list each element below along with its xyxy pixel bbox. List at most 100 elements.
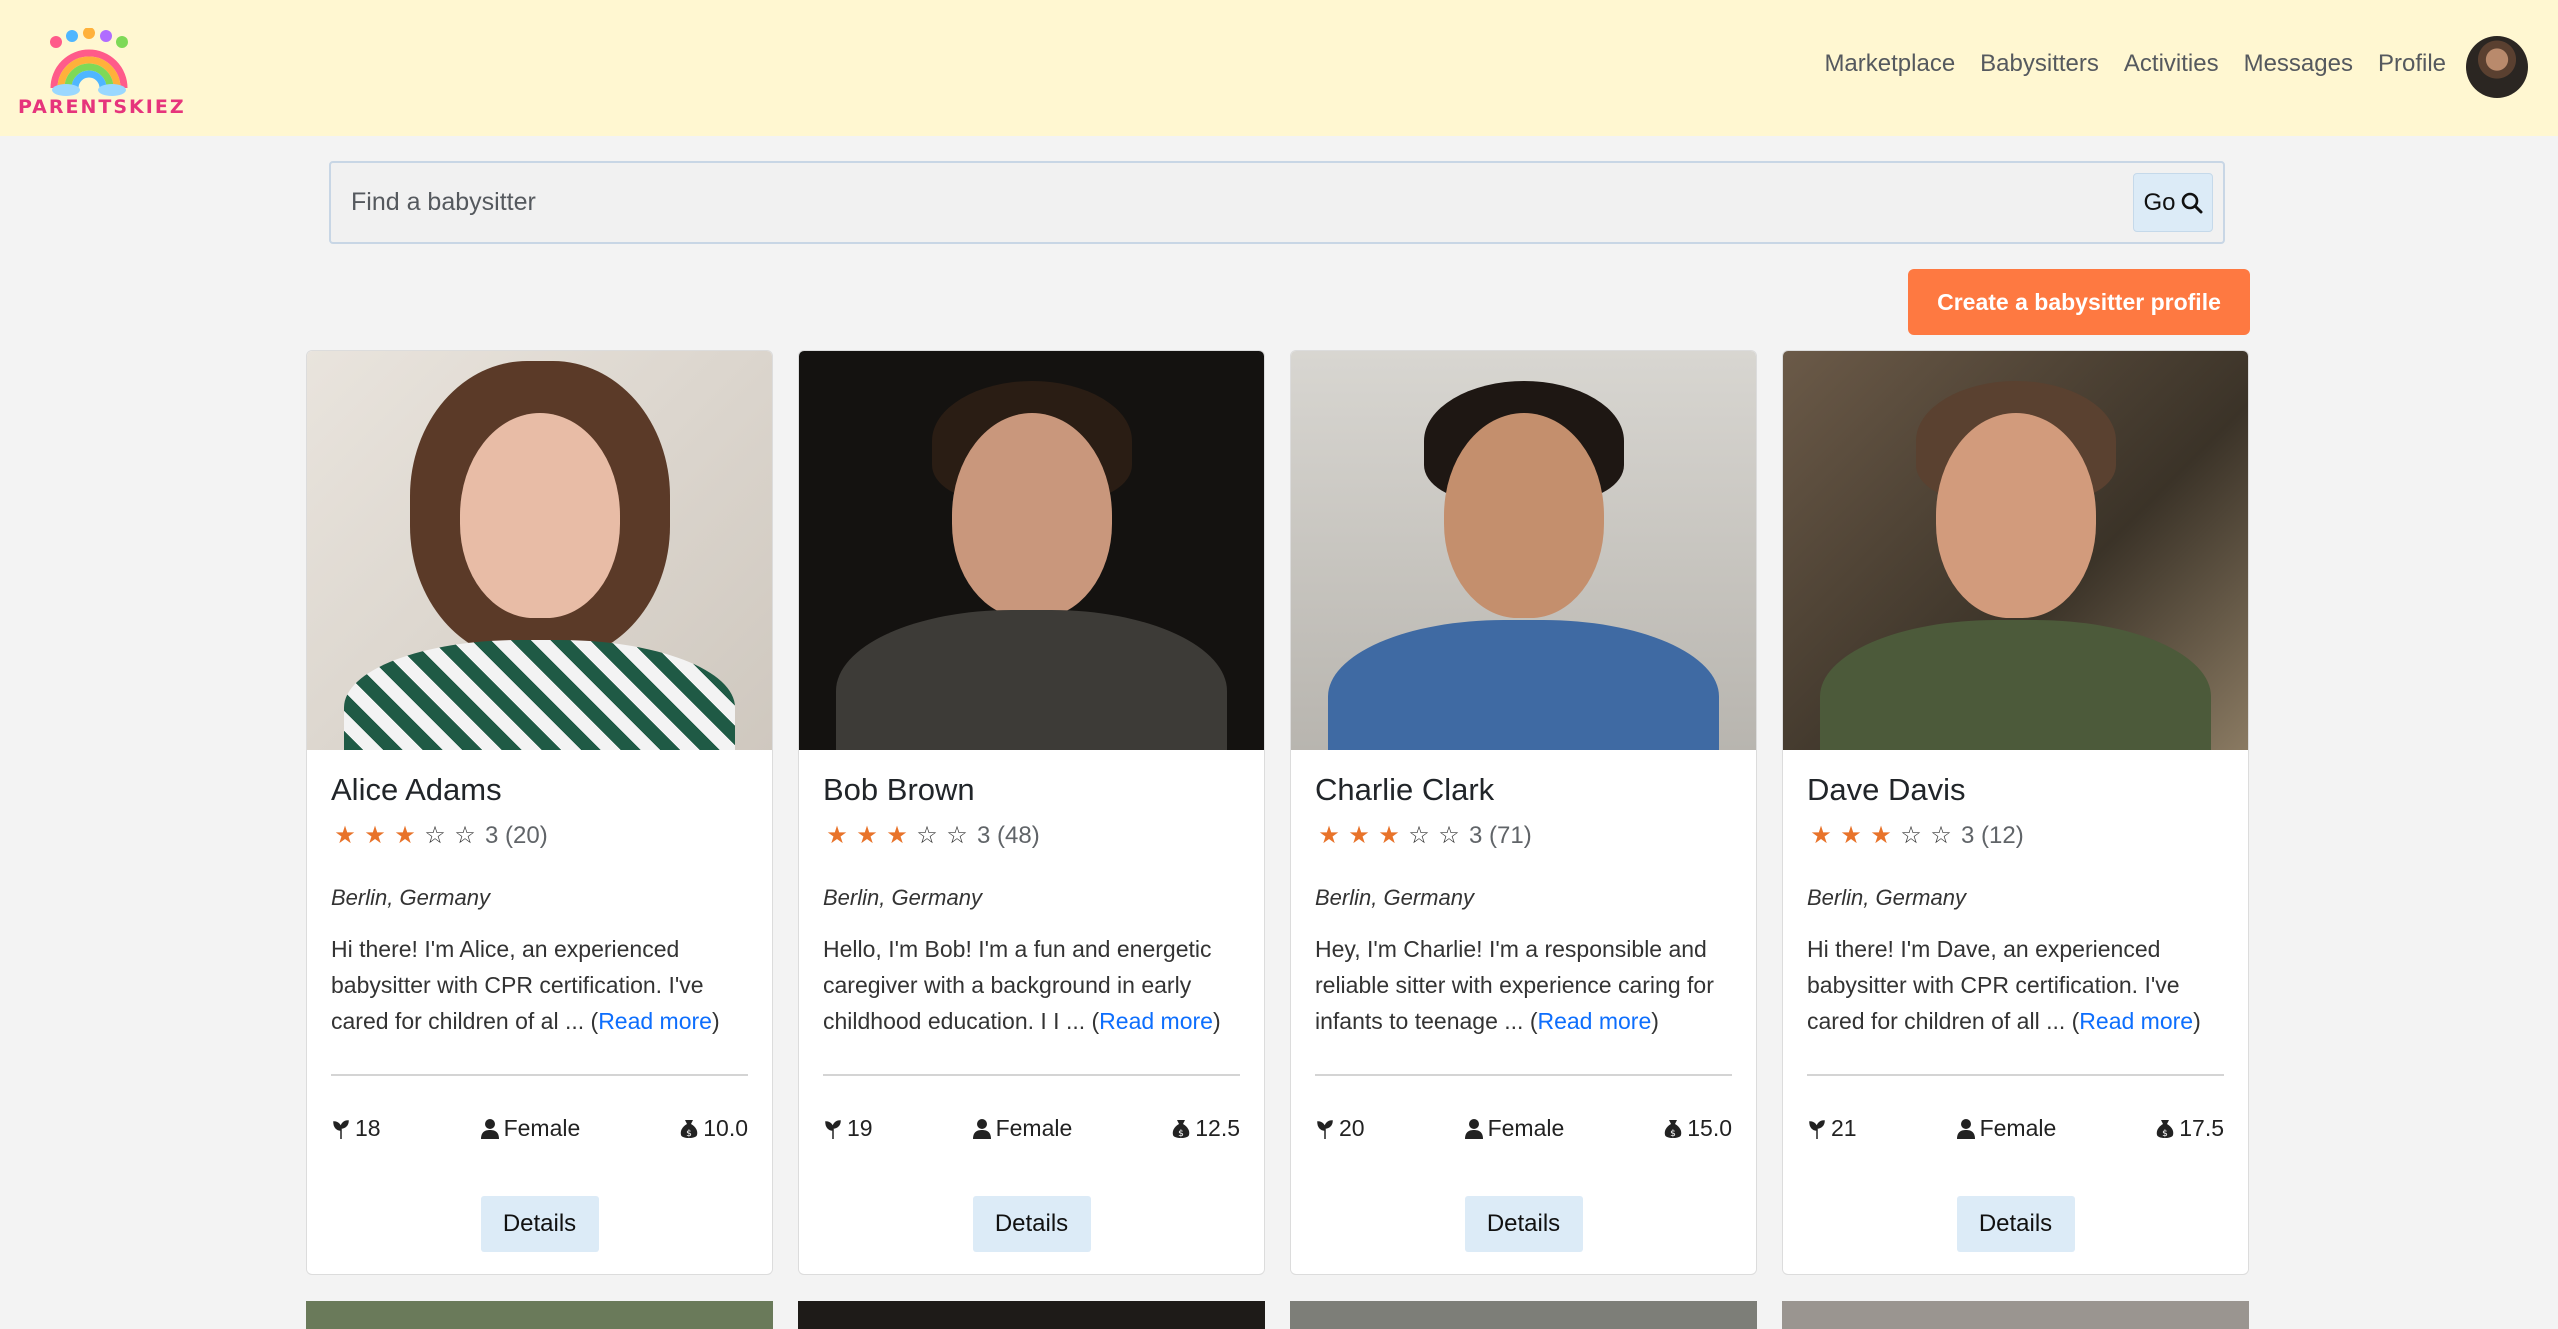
gender-value: Female (1487, 1115, 1565, 1141)
search-go-button[interactable]: Go (2133, 173, 2213, 232)
search-bar: Go (329, 161, 2225, 244)
star-filled-icon: ★ (1348, 822, 1370, 849)
star-filled-icon: ★ (1870, 822, 1892, 849)
rate-value: 10.0 (703, 1115, 748, 1141)
babysitter-card: Charlie Clark ★ ★ ★ ☆ ☆ 3 (71) Berlin, G… (1290, 350, 1757, 1275)
divider (823, 1074, 1240, 1076)
nav-messages[interactable]: Messages (2244, 50, 2353, 78)
read-more-link[interactable]: Read more (2079, 1008, 2193, 1034)
rating: ★ ★ ★ ☆ ☆ 3 (20) (331, 821, 548, 850)
divider (331, 1074, 748, 1076)
stats-row: 19 Female $ 12.5 (823, 1115, 1240, 1142)
bio: Hey, I'm Charlie! I'm a responsible and … (1315, 931, 1735, 1039)
star-filled-icon: ★ (886, 822, 908, 849)
sprout-icon (1317, 1119, 1333, 1139)
person-icon (1464, 1118, 1483, 1139)
svg-text:$: $ (1178, 1129, 1184, 1139)
brand-name: PARENTSKIEZ (18, 96, 186, 118)
brand-logo[interactable]: PARENTSKIEZ (14, 27, 184, 123)
location: Berlin, Germany (823, 885, 982, 910)
age-value: 20 (1339, 1115, 1365, 1141)
bio-close: ) (1651, 1008, 1659, 1034)
rate-stat: $ 10.0 (679, 1115, 748, 1142)
age-value: 19 (847, 1115, 873, 1141)
go-label: Go (2143, 188, 2176, 216)
read-more-link[interactable]: Read more (1537, 1008, 1651, 1034)
age-stat: 20 (1315, 1115, 1365, 1142)
gender-stat: Female (480, 1115, 581, 1142)
search-input[interactable] (331, 163, 2091, 242)
nav-profile[interactable]: Profile (2378, 50, 2446, 78)
star-filled-icon: ★ (826, 822, 848, 849)
nav-babysitters[interactable]: Babysitters (1980, 50, 2099, 78)
details-button[interactable]: Details (1464, 1196, 1583, 1252)
nav-marketplace[interactable]: Marketplace (1824, 50, 1955, 78)
sprout-icon (1809, 1119, 1825, 1139)
babysitter-card: Dave Davis ★ ★ ★ ☆ ☆ 3 (12) Berlin, Germ… (1782, 350, 2249, 1275)
details-button[interactable]: Details (1956, 1196, 2075, 1252)
age-stat: 21 (1807, 1115, 1857, 1142)
star-empty-icon: ☆ (946, 822, 968, 849)
babysitter-name[interactable]: Dave Davis (1807, 772, 1966, 808)
svg-text:$: $ (1670, 1129, 1676, 1139)
rating-text: 3 (71) (1469, 821, 1532, 849)
age-stat: 19 (823, 1115, 873, 1142)
babysitter-card-partial (798, 1301, 1265, 1329)
bio: Hi there! I'm Alice, an experienced baby… (331, 931, 751, 1039)
read-more-link[interactable]: Read more (598, 1008, 712, 1034)
stats-row: 18 Female $ 10.0 (331, 1115, 748, 1142)
star-empty-icon: ☆ (1900, 822, 1922, 849)
age-value: 21 (1831, 1115, 1857, 1141)
star-empty-icon: ☆ (454, 822, 476, 849)
divider (1315, 1074, 1732, 1076)
gender-value: Female (995, 1115, 1073, 1141)
details-button[interactable]: Details (972, 1196, 1091, 1252)
babysitter-card-partial (1290, 1301, 1757, 1329)
money-bag-icon: $ (680, 1119, 698, 1139)
babysitter-photo (1291, 351, 1756, 750)
star-filled-icon: ★ (856, 822, 878, 849)
star-filled-icon: ★ (1318, 822, 1340, 849)
star-empty-icon: ☆ (1408, 822, 1430, 849)
money-bag-icon: $ (1664, 1119, 1682, 1139)
gender-stat: Female (1956, 1115, 2057, 1142)
search-icon (2181, 192, 2202, 213)
read-more-link[interactable]: Read more (1099, 1008, 1213, 1034)
details-button[interactable]: Details (480, 1196, 599, 1252)
gender-value: Female (503, 1115, 581, 1141)
nav-links: Marketplace Babysitters Activities Messa… (1824, 50, 2446, 78)
navbar: PARENTSKIEZ Marketplace Babysitters Acti… (0, 0, 2558, 136)
babysitter-name[interactable]: Alice Adams (331, 772, 502, 808)
babysitter-name[interactable]: Bob Brown (823, 772, 975, 808)
babysitter-card-partial (1782, 1301, 2249, 1329)
babysitter-card-partial (306, 1301, 773, 1329)
gender-value: Female (1979, 1115, 2057, 1141)
rate-stat: $ 12.5 (1171, 1115, 1240, 1142)
rating: ★ ★ ★ ☆ ☆ 3 (48) (823, 821, 1039, 850)
create-babysitter-profile-button[interactable]: Create a babysitter profile (1908, 269, 2250, 335)
star-filled-icon: ★ (394, 822, 416, 849)
star-empty-icon: ☆ (424, 822, 446, 849)
star-filled-icon: ★ (334, 822, 356, 849)
bio-close: ) (711, 1008, 720, 1034)
star-filled-icon: ★ (1378, 822, 1400, 849)
user-avatar[interactable] (2466, 36, 2528, 98)
babysitter-photo (307, 351, 772, 750)
bio: Hello, I'm Bob! I'm a fun and energetic … (823, 931, 1243, 1039)
nav-activities[interactable]: Activities (2124, 50, 2219, 78)
babysitter-name[interactable]: Charlie Clark (1315, 772, 1494, 808)
rate-value: 12.5 (1195, 1115, 1240, 1141)
gender-stat: Female (972, 1115, 1073, 1142)
money-bag-icon: $ (2156, 1119, 2174, 1139)
star-empty-icon: ☆ (1438, 822, 1460, 849)
rating-text: 3 (20) (485, 821, 548, 849)
star-filled-icon: ★ (1810, 822, 1832, 849)
stats-row: 20 Female $ 15.0 (1315, 1115, 1732, 1142)
location: Berlin, Germany (331, 885, 490, 910)
babysitter-photo (1783, 351, 2248, 750)
rate-stat: $ 15.0 (1663, 1115, 1732, 1142)
divider (1807, 1074, 2224, 1076)
sprout-icon (333, 1119, 349, 1139)
rate-value: 15.0 (1687, 1115, 1732, 1141)
location: Berlin, Germany (1807, 885, 1966, 910)
